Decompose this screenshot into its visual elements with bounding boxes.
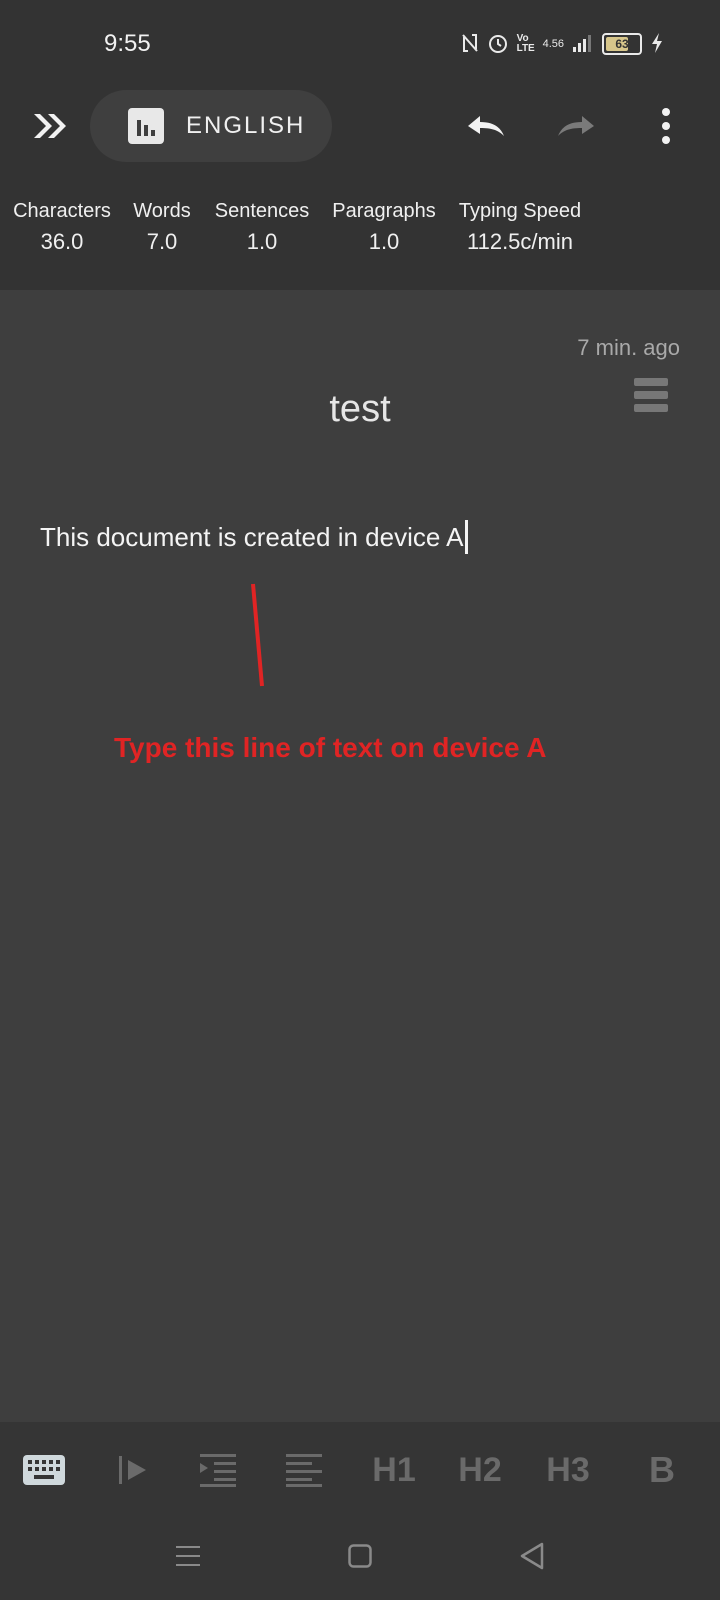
play-indent-icon[interactable] [116, 1446, 152, 1494]
align-left-icon[interactable] [284, 1446, 324, 1494]
format-toolbar [0, 1422, 720, 1518]
heading2-button[interactable]: H2 [458, 1446, 502, 1494]
home-nav-icon[interactable] [348, 1544, 372, 1573]
annotation-text: Type this line of text on device A [114, 732, 547, 763]
annotation-arrow-line [251, 583, 264, 687]
heading3-button[interactable]: H3 [546, 1446, 590, 1494]
battery-level: 63 [615, 37, 629, 51]
back-nav-icon[interactable] [520, 1542, 544, 1575]
keyboard-icon[interactable] [22, 1446, 66, 1494]
recents-nav-icon[interactable] [176, 1544, 200, 1573]
heading1-button[interactable]: H1 [372, 1446, 416, 1494]
bold-button[interactable]: B [644, 1446, 680, 1494]
indent-icon[interactable] [198, 1446, 238, 1494]
